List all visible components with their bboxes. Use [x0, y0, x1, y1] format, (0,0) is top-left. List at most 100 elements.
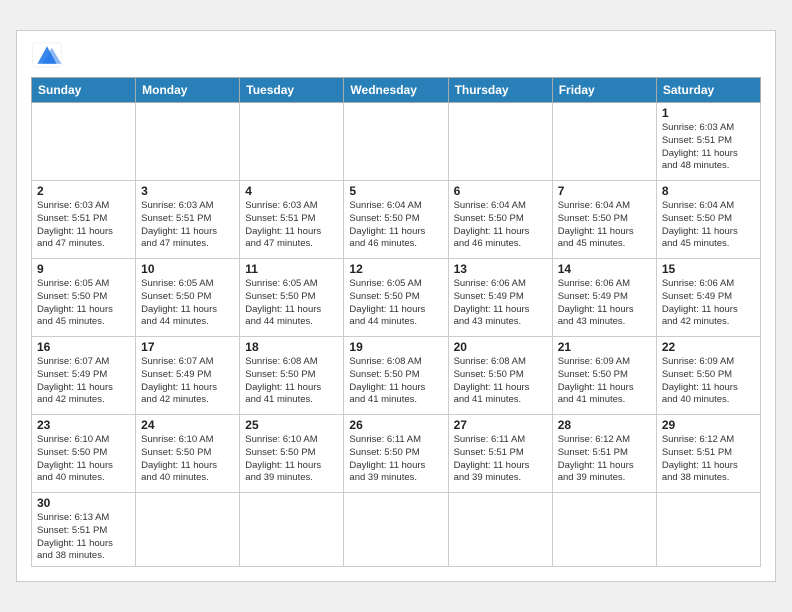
day-cell: 7 Sunrise: 6:04 AM Sunset: 5:50 PM Daylig… [552, 180, 656, 258]
day-cell: 9Sunrise: 6:05 AM Sunset: 5:50 PM Daylig… [32, 258, 136, 336]
day-info: Sunrise: 6:04 AM Sunset: 5:50 PM Dayligh… [558, 200, 651, 251]
day-info: Sunrise: 6:07 AM Sunset: 5:49 PM Dayligh… [37, 356, 130, 407]
day-cell: 25 Sunrise: 6:10 AM Sunset: 5:50 PM Dayli… [240, 414, 344, 492]
day-info: Sunrise: 6:08 AM Sunset: 5:50 PM Dayligh… [245, 356, 338, 407]
day-number: 30 [37, 496, 130, 510]
day-cell: 11 Sunrise: 6:05 AM Sunset: 5:50 PM Dayli… [240, 258, 344, 336]
day-info: Sunrise: 6:03 AM Sunset: 5:51 PM Dayligh… [37, 200, 130, 251]
day-cell [448, 492, 552, 566]
weekday-header-wednesday: Wednesday [344, 77, 448, 102]
day-info: Sunrise: 6:05 AM Sunset: 5:50 PM Dayligh… [349, 278, 442, 329]
day-cell: 21Sunrise: 6:09 AM Sunset: 5:50 PM Dayli… [552, 336, 656, 414]
day-number: 7 [558, 184, 651, 198]
weekday-header-friday: Friday [552, 77, 656, 102]
day-info: Sunrise: 6:03 AM Sunset: 5:51 PM Dayligh… [662, 122, 755, 173]
day-cell: 13Sunrise: 6:06 AM Sunset: 5:49 PM Dayli… [448, 258, 552, 336]
day-number: 22 [662, 340, 755, 354]
calendar-grid: SundayMondayTuesdayWednesdayThursdayFrid… [31, 77, 761, 567]
day-info: Sunrise: 6:10 AM Sunset: 5:50 PM Dayligh… [245, 434, 338, 485]
week-row-4: 23 Sunrise: 6:10 AM Sunset: 5:50 PM Dayli… [32, 414, 761, 492]
day-number: 23 [37, 418, 130, 432]
day-number: 11 [245, 262, 338, 276]
day-info: Sunrise: 6:09 AM Sunset: 5:50 PM Dayligh… [662, 356, 755, 407]
day-cell: 1 Sunrise: 6:03 AM Sunset: 5:51 PM Daylig… [656, 102, 760, 180]
week-row-0: 1 Sunrise: 6:03 AM Sunset: 5:51 PM Daylig… [32, 102, 761, 180]
day-info: Sunrise: 6:11 AM Sunset: 5:51 PM Dayligh… [454, 434, 547, 485]
day-number: 29 [662, 418, 755, 432]
day-info: Sunrise: 6:03 AM Sunset: 5:51 PM Dayligh… [245, 200, 338, 251]
day-number: 25 [245, 418, 338, 432]
day-cell [136, 102, 240, 180]
day-cell: 16 Sunrise: 6:07 AM Sunset: 5:49 PM Dayli… [32, 336, 136, 414]
logo-icon [31, 41, 63, 69]
day-info: Sunrise: 6:12 AM Sunset: 5:51 PM Dayligh… [662, 434, 755, 485]
day-number: 19 [349, 340, 442, 354]
day-info: Sunrise: 6:12 AM Sunset: 5:51 PM Dayligh… [558, 434, 651, 485]
day-cell [344, 492, 448, 566]
day-info: Sunrise: 6:08 AM Sunset: 5:50 PM Dayligh… [349, 356, 442, 407]
day-info: Sunrise: 6:10 AM Sunset: 5:50 PM Dayligh… [141, 434, 234, 485]
day-number: 5 [349, 184, 442, 198]
day-cell: 23 Sunrise: 6:10 AM Sunset: 5:50 PM Dayli… [32, 414, 136, 492]
day-cell: 24 Sunrise: 6:10 AM Sunset: 5:50 PM Dayli… [136, 414, 240, 492]
day-info: Sunrise: 6:04 AM Sunset: 5:50 PM Dayligh… [454, 200, 547, 251]
day-number: 1 [662, 106, 755, 120]
calendar-container: SundayMondayTuesdayWednesdayThursdayFrid… [16, 30, 776, 582]
week-row-1: 2Sunrise: 6:03 AM Sunset: 5:51 PM Daylig… [32, 180, 761, 258]
day-number: 26 [349, 418, 442, 432]
weekday-header-saturday: Saturday [656, 77, 760, 102]
day-cell: 29 Sunrise: 6:12 AM Sunset: 5:51 PM Dayli… [656, 414, 760, 492]
day-cell: 2Sunrise: 6:03 AM Sunset: 5:51 PM Daylig… [32, 180, 136, 258]
day-number: 16 [37, 340, 130, 354]
day-cell [32, 102, 136, 180]
day-number: 20 [454, 340, 547, 354]
day-cell [344, 102, 448, 180]
day-cell: 22 Sunrise: 6:09 AM Sunset: 5:50 PM Dayli… [656, 336, 760, 414]
day-cell [448, 102, 552, 180]
day-info: Sunrise: 6:03 AM Sunset: 5:51 PM Dayligh… [141, 200, 234, 251]
day-info: Sunrise: 6:05 AM Sunset: 5:50 PM Dayligh… [37, 278, 130, 329]
day-cell: 3 Sunrise: 6:03 AM Sunset: 5:51 PM Daylig… [136, 180, 240, 258]
day-info: Sunrise: 6:06 AM Sunset: 5:49 PM Dayligh… [662, 278, 755, 329]
day-cell: 8Sunrise: 6:04 AM Sunset: 5:50 PM Daylig… [656, 180, 760, 258]
day-number: 4 [245, 184, 338, 198]
week-row-5: 30 Sunrise: 6:13 AM Sunset: 5:51 PM Dayli… [32, 492, 761, 566]
day-info: Sunrise: 6:08 AM Sunset: 5:50 PM Dayligh… [454, 356, 547, 407]
day-cell: 18Sunrise: 6:08 AM Sunset: 5:50 PM Dayli… [240, 336, 344, 414]
day-cell [136, 492, 240, 566]
day-number: 15 [662, 262, 755, 276]
day-number: 14 [558, 262, 651, 276]
week-row-3: 16 Sunrise: 6:07 AM Sunset: 5:49 PM Dayli… [32, 336, 761, 414]
header [31, 41, 761, 69]
day-cell [552, 102, 656, 180]
day-cell [656, 492, 760, 566]
day-info: Sunrise: 6:09 AM Sunset: 5:50 PM Dayligh… [558, 356, 651, 407]
day-cell: 28 Sunrise: 6:12 AM Sunset: 5:51 PM Dayli… [552, 414, 656, 492]
day-number: 6 [454, 184, 547, 198]
week-row-2: 9Sunrise: 6:05 AM Sunset: 5:50 PM Daylig… [32, 258, 761, 336]
day-cell: 10Sunrise: 6:05 AM Sunset: 5:50 PM Dayli… [136, 258, 240, 336]
day-info: Sunrise: 6:13 AM Sunset: 5:51 PM Dayligh… [37, 512, 130, 563]
day-cell: 30 Sunrise: 6:13 AM Sunset: 5:51 PM Dayli… [32, 492, 136, 566]
day-cell: 15 Sunrise: 6:06 AM Sunset: 5:49 PM Dayli… [656, 258, 760, 336]
day-info: Sunrise: 6:10 AM Sunset: 5:50 PM Dayligh… [37, 434, 130, 485]
day-cell: 12Sunrise: 6:05 AM Sunset: 5:50 PM Dayli… [344, 258, 448, 336]
day-cell: 26Sunrise: 6:11 AM Sunset: 5:50 PM Dayli… [344, 414, 448, 492]
day-cell: 14 Sunrise: 6:06 AM Sunset: 5:49 PM Dayli… [552, 258, 656, 336]
day-info: Sunrise: 6:05 AM Sunset: 5:50 PM Dayligh… [245, 278, 338, 329]
day-number: 28 [558, 418, 651, 432]
day-number: 24 [141, 418, 234, 432]
day-info: Sunrise: 6:06 AM Sunset: 5:49 PM Dayligh… [558, 278, 651, 329]
day-cell [552, 492, 656, 566]
day-cell: 27Sunrise: 6:11 AM Sunset: 5:51 PM Dayli… [448, 414, 552, 492]
weekday-header-row: SundayMondayTuesdayWednesdayThursdayFrid… [32, 77, 761, 102]
day-number: 10 [141, 262, 234, 276]
day-cell: 5 Sunrise: 6:04 AM Sunset: 5:50 PM Daylig… [344, 180, 448, 258]
weekday-header-sunday: Sunday [32, 77, 136, 102]
weekday-header-thursday: Thursday [448, 77, 552, 102]
day-number: 3 [141, 184, 234, 198]
day-info: Sunrise: 6:06 AM Sunset: 5:49 PM Dayligh… [454, 278, 547, 329]
day-info: Sunrise: 6:04 AM Sunset: 5:50 PM Dayligh… [349, 200, 442, 251]
day-cell: 17Sunrise: 6:07 AM Sunset: 5:49 PM Dayli… [136, 336, 240, 414]
day-info: Sunrise: 6:07 AM Sunset: 5:49 PM Dayligh… [141, 356, 234, 407]
